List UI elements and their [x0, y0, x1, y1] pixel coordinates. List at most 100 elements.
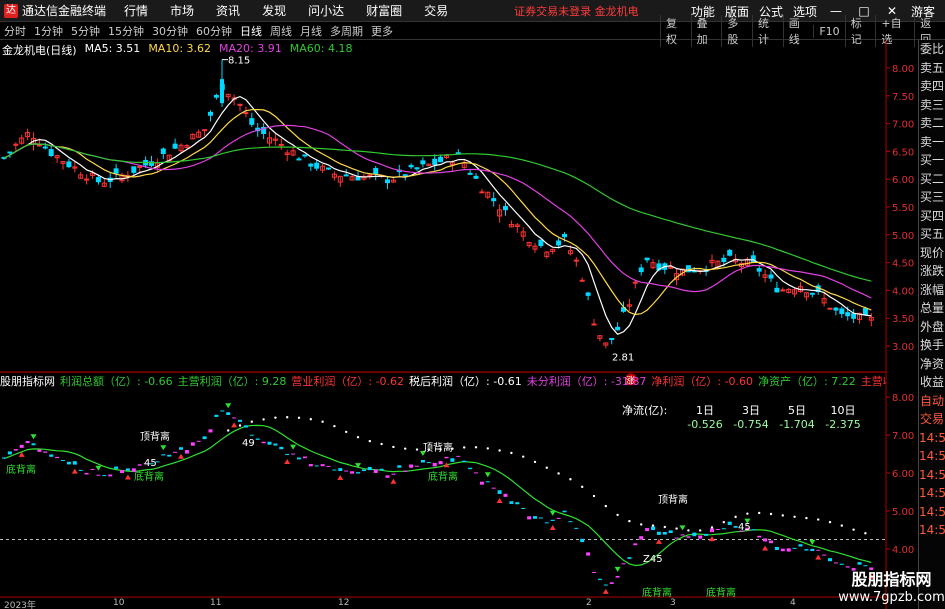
side-item[interactable]: 买二: [919, 170, 945, 189]
indicator-bar: [798, 544, 803, 547]
indicator-bar: [615, 575, 620, 578]
indicator-bar: [125, 468, 130, 471]
side-item[interactable]: 收益: [919, 373, 945, 392]
side-item[interactable]: 卖二: [919, 114, 945, 133]
indicator-name[interactable]: 股朋指标网: [0, 373, 55, 388]
indicator-tick-label: 6.00: [892, 469, 914, 480]
side-item[interactable]: 买五: [919, 225, 945, 244]
indicator-bar: [2, 457, 6, 459]
menu-market[interactable]: 市场: [170, 2, 194, 19]
menu-trade[interactable]: 交易: [424, 2, 448, 19]
indicator-bar: [326, 465, 331, 467]
indicator-bar: [137, 464, 142, 466]
indicator-bar: [621, 563, 626, 565]
tool-f10[interactable]: F10: [813, 24, 844, 38]
side-item[interactable]: 委比: [919, 40, 945, 59]
indicator-bar: [84, 472, 89, 475]
app-logo-icon: 达: [4, 3, 18, 18]
candle-body: [373, 168, 379, 175]
side-item[interactable]: 14:56: [919, 484, 945, 503]
candle-body: [137, 165, 143, 168]
side-item[interactable]: 净资: [919, 355, 945, 374]
side-item[interactable]: 换手: [919, 336, 945, 355]
ma10-line: [3, 108, 872, 316]
indicator-dot: [640, 523, 643, 526]
period-intraday[interactable]: 分时: [0, 23, 30, 39]
indicator-bar: [568, 521, 573, 523]
period-daily[interactable]: 日线: [236, 23, 266, 39]
indicator-bar: [822, 554, 827, 556]
indicator-dot: [415, 448, 419, 451]
indicator-dot: [510, 451, 513, 455]
side-item[interactable]: 买四: [919, 207, 945, 226]
indicator-dot: [817, 518, 820, 521]
indicator-bar: [208, 429, 213, 433]
period-1min[interactable]: 1分钟: [30, 23, 67, 39]
indicator-dot: [557, 472, 560, 475]
side-item[interactable]: 14:56: [919, 521, 945, 540]
indicator-dot: [486, 447, 489, 450]
side-item[interactable]: 涨幅: [919, 281, 945, 300]
side-item[interactable]: 涨跌: [919, 262, 945, 281]
candle-body: [809, 292, 815, 295]
side-item[interactable]: 卖四: [919, 77, 945, 96]
candle-body: [644, 257, 650, 261]
candle-body: [278, 143, 284, 146]
period-60min[interactable]: 60分钟: [192, 23, 236, 39]
indicator-bar: [403, 470, 408, 472]
indicator-bar: [515, 502, 520, 505]
indicator-dot: [769, 512, 773, 516]
netflow-period: 3日: [742, 404, 760, 417]
indicator-bar: [839, 563, 844, 565]
side-item[interactable]: 总量: [919, 299, 945, 318]
side-item[interactable]: 自动: [919, 392, 945, 411]
side-item[interactable]: 卖一: [919, 133, 945, 152]
period-multi[interactable]: 多周期: [326, 23, 367, 39]
indicator-dot: [864, 532, 867, 535]
indicator-bar: [19, 444, 24, 448]
side-item[interactable]: 买三: [919, 188, 945, 207]
indicator-bar: [273, 443, 278, 446]
indicator-bar: [43, 451, 48, 453]
menu-quotes[interactable]: 行情: [124, 2, 148, 19]
login-notice[interactable]: 证券交易未登录 金龙机电: [514, 3, 639, 19]
menu-ask[interactable]: 问小达: [308, 2, 344, 19]
netflow-value: -0.754: [733, 418, 769, 431]
side-item[interactable]: 现价: [919, 244, 945, 263]
side-item[interactable]: 14:56: [919, 429, 945, 448]
side-item[interactable]: 卖五: [919, 59, 945, 78]
side-item[interactable]: 买一: [919, 151, 945, 170]
netflow-value: -0.526: [687, 418, 723, 431]
side-item[interactable]: 外盘: [919, 318, 945, 337]
period-15min[interactable]: 15分钟: [104, 23, 148, 39]
period-more[interactable]: 更多: [367, 23, 397, 39]
minimize-icon[interactable]: —: [827, 4, 845, 18]
buy-arrow-icon: [549, 524, 556, 530]
menu-news[interactable]: 资讯: [216, 2, 240, 19]
side-item[interactable]: 14:56: [919, 503, 945, 522]
chart-canvas[interactable]: 8.00 7.50 7.00 6.50 6.00 5.50 5.00 4.50 4.00 3.50…: [0, 40, 918, 609]
period-weekly[interactable]: 周线: [266, 23, 296, 39]
stock-name: 金龙机电(日线): [2, 44, 77, 57]
period-30min[interactable]: 30分钟: [148, 23, 192, 39]
side-item[interactable]: 14:56: [919, 447, 945, 466]
menu-wealth[interactable]: 财富圈: [366, 2, 402, 19]
indicator-bar: [167, 454, 172, 457]
netflow-col-5d: 5日 -1.704: [774, 402, 820, 431]
period-monthly[interactable]: 月线: [296, 23, 326, 39]
period-bar: 分时 1分钟 5分钟 15分钟 30分钟 60分钟 日线 周线 月线 多周期 更…: [0, 15, 945, 47]
side-item[interactable]: 卖三: [919, 96, 945, 115]
indicator-bar: [792, 547, 797, 549]
period-5min[interactable]: 5分钟: [67, 23, 104, 39]
candle-body: [432, 158, 438, 165]
indicator-bar: [751, 529, 756, 531]
side-item[interactable]: 交易: [919, 410, 945, 429]
buy-arrow-icon: [178, 453, 184, 459]
indicator-bar: [609, 582, 614, 584]
menu-discover[interactable]: 发现: [262, 2, 286, 19]
indicator-bar: [662, 531, 667, 535]
field-net-assets: 净资产（亿）: 7.22: [758, 374, 856, 388]
side-item[interactable]: 14:56: [919, 466, 945, 485]
indicator-bar: [220, 410, 225, 412]
candle-body: [48, 149, 54, 156]
